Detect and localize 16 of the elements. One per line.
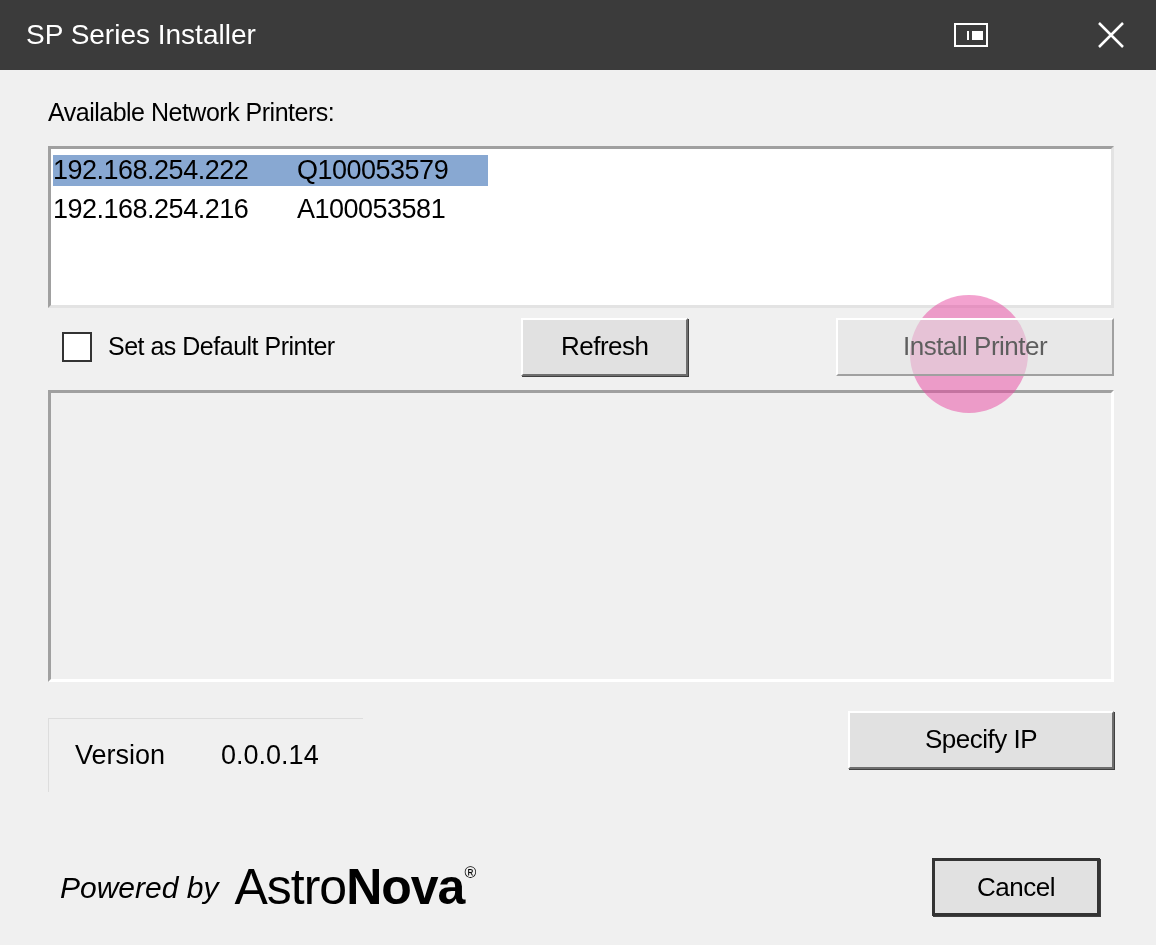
- specify-ip-button[interactable]: Specify IP: [848, 710, 1114, 769]
- printer-list[interactable]: 192.168.254.222 Q100053579 192.168.254.216 A100053581: [48, 145, 1114, 308]
- refresh-button[interactable]: Refresh: [521, 317, 689, 376]
- window-icon[interactable]: [954, 23, 988, 47]
- printer-row[interactable]: 192.168.254.222 Q100053579: [53, 154, 489, 186]
- section-label: Available Network Printers:: [48, 97, 336, 128]
- version-number: 0.0.0.14: [221, 738, 319, 772]
- close-icon[interactable]: [1098, 22, 1124, 48]
- window-title: SP Series Installer: [26, 18, 257, 52]
- powered-by-text: Powered by: [60, 869, 219, 906]
- version-label: Version: [75, 738, 166, 772]
- checkbox-label: Set as Default Printer: [108, 330, 335, 362]
- brand-logo: AstroNova$^{®}$: [234, 857, 476, 917]
- checkbox[interactable]: [62, 331, 92, 362]
- cancel-button[interactable]: Cancel: [932, 858, 1100, 916]
- printer-row[interactable]: 192.168.254.216 A100053581: [53, 193, 486, 225]
